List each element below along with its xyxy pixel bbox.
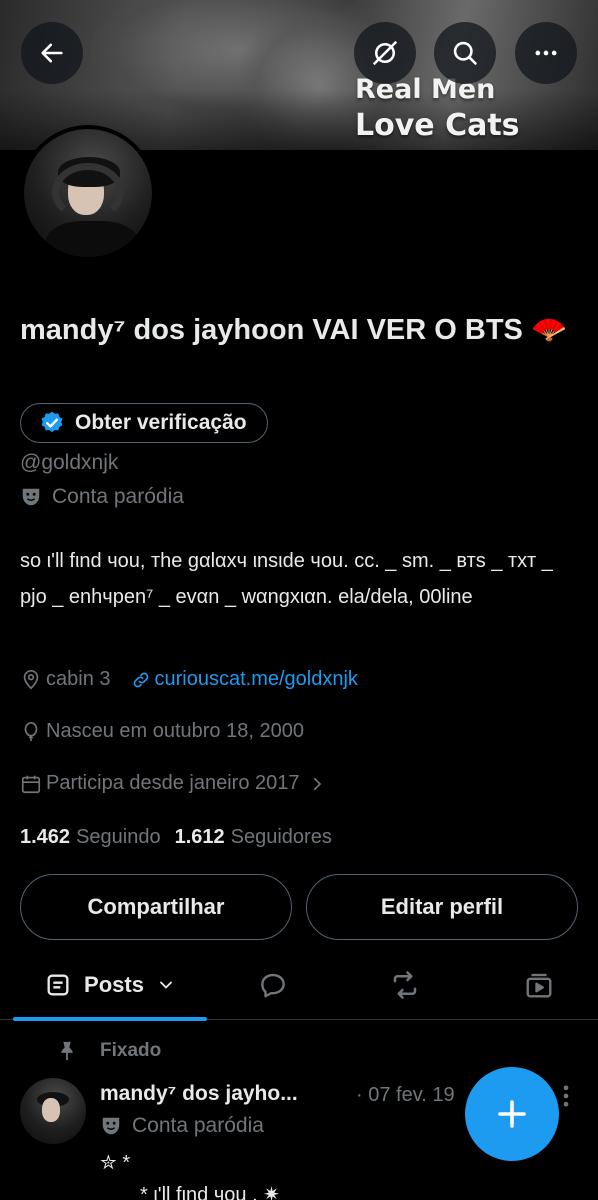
- following-stat[interactable]: 1.462 Seguindo: [20, 826, 161, 849]
- tab-posts[interactable]: Posts: [13, 950, 207, 1021]
- get-verified-label: Obter verificação: [75, 411, 247, 434]
- search-icon: [453, 41, 477, 65]
- follow-stats: 1.462 Seguindo 1.612 Seguidores: [20, 826, 332, 849]
- theater-mask-icon: [102, 1117, 120, 1135]
- display-name: mandy⁷ dos jayhoon VAI VER O BTS 🪭: [20, 314, 568, 346]
- following-label: Seguindo: [76, 826, 161, 848]
- link-icon: [133, 672, 148, 687]
- arrow-left-icon: [41, 43, 63, 63]
- search-button[interactable]: [434, 22, 496, 84]
- followers-label: Seguidores: [230, 826, 332, 848]
- birthday-text: Nasceu em outubro 18, 2000: [46, 720, 304, 742]
- active-tab-indicator: [13, 1017, 207, 1021]
- joined-row[interactable]: Participa desde janeiro 2017: [20, 772, 326, 795]
- post-more-button[interactable]: [556, 1082, 576, 1115]
- website-link[interactable]: curiouscat.me/goldxnjk: [131, 668, 358, 691]
- grok-button[interactable]: [354, 22, 416, 84]
- theater-mask-icon: [22, 488, 40, 506]
- post-parody-label: Conta paródia: [100, 1114, 264, 1138]
- share-button[interactable]: Compartilhar: [20, 874, 292, 940]
- post-avatar[interactable]: [20, 1078, 86, 1144]
- pinned-label: Fixado: [100, 1040, 162, 1061]
- birthday-row: Nasceu em outubro 18, 2000: [20, 720, 304, 743]
- more-horizontal-icon: [535, 50, 557, 56]
- more-vertical-icon: [563, 1085, 569, 1107]
- post-text-line: ✮ *: [100, 1152, 131, 1174]
- post-parody-text: Conta paródia: [132, 1114, 264, 1137]
- reply-bubble-icon: [261, 973, 285, 998]
- profile-avatar[interactable]: [20, 125, 156, 261]
- following-count: 1.462: [20, 826, 71, 848]
- followers-stat[interactable]: 1.612 Seguidores: [175, 826, 332, 849]
- pin-icon: [61, 1041, 73, 1061]
- avatar-headset: [52, 163, 124, 221]
- compose-button[interactable]: [465, 1067, 559, 1161]
- banner-caption-line2: Love Cats: [355, 108, 520, 143]
- profile-bio: ѕo ι'll fιnd чou, тhe gαlαxч ιnѕιde чou.…: [20, 550, 553, 608]
- get-verified-button[interactable]: Obter verificação: [20, 403, 268, 443]
- tab-replies[interactable]: [238, 950, 308, 1020]
- grok-icon: [372, 40, 398, 66]
- calendar-icon: [20, 773, 42, 795]
- location-pin-icon: [20, 669, 42, 691]
- media-video-icon: [526, 973, 552, 998]
- parody-text: Conta paródia: [52, 485, 184, 508]
- balloon-icon: [20, 721, 42, 743]
- post-author-name[interactable]: mandy⁷ dos jayho...: [100, 1082, 298, 1106]
- avatar-shirt: [46, 221, 138, 257]
- tab-posts-label: Posts: [84, 972, 144, 997]
- verified-badge-icon: [41, 411, 63, 433]
- tab-media[interactable]: [504, 950, 574, 1020]
- location-row: cabin 3 curiouscat.me/goldxnjk: [20, 668, 358, 691]
- website-text: curiouscat.me/goldxnjk: [154, 668, 358, 690]
- plus-icon: [498, 1100, 526, 1128]
- more-button[interactable]: [515, 22, 577, 84]
- avatar-face: [42, 1098, 60, 1122]
- chevron-right-icon: [313, 777, 321, 790]
- back-button[interactable]: [21, 22, 83, 84]
- followers-count: 1.612: [174, 826, 225, 848]
- tab-reposts[interactable]: [370, 950, 440, 1020]
- edit-profile-button[interactable]: Editar perfil: [306, 874, 578, 940]
- post-text-line: * ι'll fιnd чou . ✷: [140, 1184, 280, 1200]
- location-text: cabin 3: [46, 668, 111, 690]
- chevron-down-icon: [160, 981, 172, 989]
- joined-text: Participa desde janeiro 2017: [46, 772, 300, 794]
- posts-tab-icon: [47, 974, 69, 996]
- user-handle: @goldxnjk: [20, 451, 119, 474]
- post-date[interactable]: · 07 fev. 19: [356, 1084, 455, 1107]
- parody-label: Conta paródia: [20, 485, 184, 509]
- repost-icon: [393, 971, 417, 999]
- pinned-indicator: Fixado: [56, 1040, 161, 1062]
- profile-tabs: Posts: [0, 950, 598, 1021]
